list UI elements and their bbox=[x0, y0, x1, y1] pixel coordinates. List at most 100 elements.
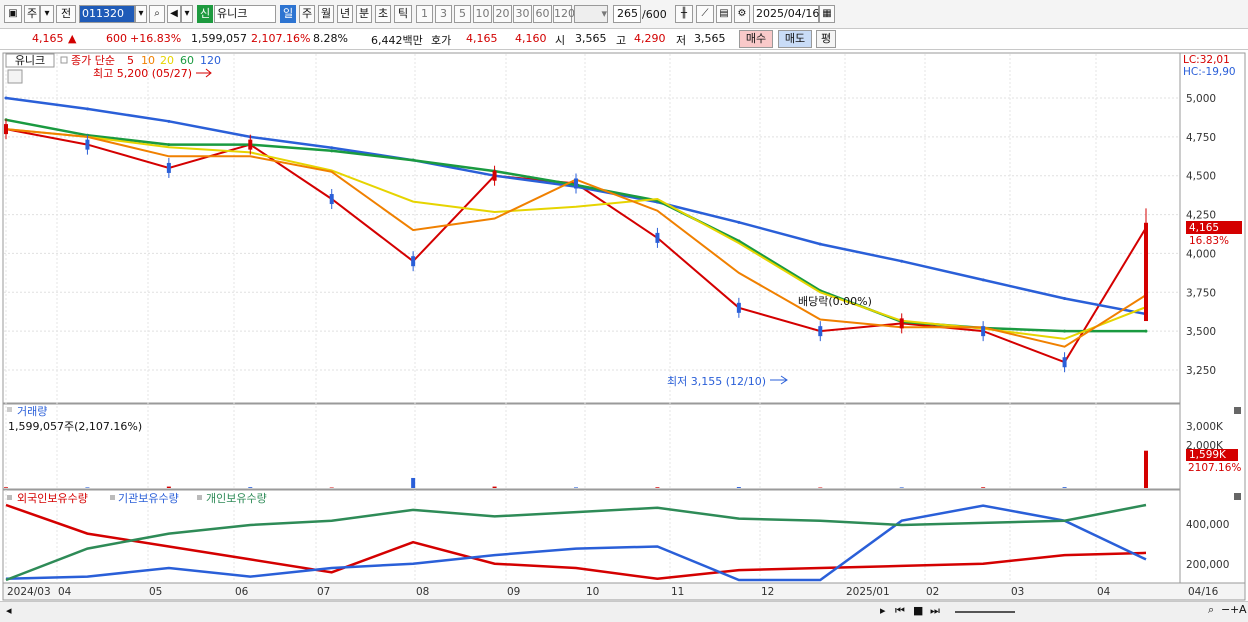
draw-line-icon[interactable]: ⟋ bbox=[696, 5, 714, 23]
chevron-down-icon[interactable]: ▾ bbox=[181, 5, 193, 23]
data-point bbox=[982, 278, 985, 281]
x-axis bbox=[3, 583, 1245, 600]
interval-5[interactable]: 5 bbox=[454, 5, 471, 23]
toolbar: ▣ 주 ▾ 전 011320 ▾ ⌕ ◀ ▾ 신 유니크 일 주 월 년 분 초… bbox=[0, 0, 1248, 29]
volume-tick-1: 3,000K bbox=[1186, 421, 1224, 433]
period-day[interactable]: 일 bbox=[280, 5, 296, 23]
volume-bar bbox=[655, 487, 659, 488]
data-point bbox=[1063, 297, 1066, 300]
price-tick: 3,500 bbox=[1186, 326, 1216, 338]
holding-tick-1: 400,000 bbox=[1186, 519, 1229, 531]
minus-icon[interactable]: − bbox=[1221, 603, 1230, 616]
interval-30[interactable]: 30 bbox=[513, 5, 532, 23]
interval-20[interactable]: 20 bbox=[493, 5, 512, 23]
low-annotation: 최저 3,155 (12/10) bbox=[667, 375, 766, 388]
buy-button[interactable]: 매수 bbox=[739, 30, 773, 48]
first-page-icon[interactable]: ⏮ bbox=[895, 604, 905, 618]
search-icon[interactable]: ⌕ bbox=[149, 5, 165, 23]
candle bbox=[655, 233, 659, 243]
zoom-icon[interactable]: ⌕ bbox=[1208, 603, 1214, 617]
scroll-bar[interactable]: ◂ ▸ ⏮ ■ ⏭ ⌕ − + A bbox=[0, 601, 1248, 622]
x-tick: 2025/01 bbox=[846, 586, 890, 598]
zoom-slider[interactable] bbox=[955, 611, 1015, 613]
interval-1[interactable]: 1 bbox=[416, 5, 433, 23]
candle bbox=[330, 194, 334, 204]
period-second[interactable]: 초 bbox=[375, 5, 391, 23]
display-count-input[interactable]: 265 bbox=[613, 5, 641, 23]
panel-close-icon[interactable] bbox=[1234, 407, 1241, 414]
x-tick: 06 bbox=[235, 586, 249, 598]
interval-60[interactable]: 60 bbox=[533, 5, 552, 23]
stock-code-input[interactable]: 011320 bbox=[79, 5, 135, 23]
bid-price: 4,160 bbox=[515, 32, 547, 45]
candle bbox=[900, 318, 904, 328]
eval-button[interactable]: 평 bbox=[816, 30, 836, 48]
open-label: 시 bbox=[555, 32, 565, 48]
gear-icon[interactable]: ⚙ bbox=[734, 5, 750, 23]
volume-bar bbox=[900, 487, 904, 488]
candle bbox=[411, 256, 415, 266]
period-week[interactable]: 주 bbox=[299, 5, 315, 23]
calendar-icon[interactable]: ▦ bbox=[819, 5, 835, 23]
data-point bbox=[737, 221, 740, 224]
x-tick: 08 bbox=[416, 586, 429, 598]
lc-value: LC:32,01 bbox=[1183, 54, 1230, 66]
period-year[interactable]: 년 bbox=[337, 5, 353, 23]
stock-name-field[interactable]: 유니크 bbox=[214, 5, 276, 23]
x-tick: 07 bbox=[317, 586, 330, 598]
x-tick: 11 bbox=[671, 586, 684, 598]
price-tick: 4,500 bbox=[1186, 171, 1216, 183]
data-point bbox=[86, 107, 89, 110]
x-axis-last: 04/16 bbox=[1188, 586, 1219, 598]
data-point bbox=[5, 97, 8, 100]
stock-chart[interactable]: 유니크 종가 단순 5 10 20 60 120 LC:32,01 HC:-19… bbox=[0, 50, 1248, 601]
foreign-holding-label: 외국인보유수량 bbox=[17, 492, 88, 505]
text-size-icon[interactable]: A bbox=[1239, 603, 1247, 616]
last-price: 4,165 bbox=[1189, 222, 1219, 234]
chevron-down-icon[interactable]: ▾ bbox=[135, 5, 147, 23]
candle bbox=[85, 140, 89, 150]
save-icon[interactable]: ▤ bbox=[716, 5, 732, 23]
x-tick: 09 bbox=[507, 586, 520, 598]
market-select-2[interactable]: 전 bbox=[56, 5, 76, 23]
interval-120[interactable]: 120 bbox=[553, 5, 572, 23]
volume-bar bbox=[493, 487, 497, 488]
candle-icon[interactable]: ╫ bbox=[675, 5, 693, 23]
data-point bbox=[167, 143, 170, 146]
scroll-left-icon[interactable]: ◂ bbox=[6, 604, 12, 617]
holding-legend-icon bbox=[7, 495, 12, 500]
data-point bbox=[900, 260, 903, 263]
candle bbox=[1063, 357, 1067, 367]
stop-icon[interactable]: ■ bbox=[913, 604, 923, 617]
candle bbox=[574, 178, 578, 188]
sell-button[interactable]: 매도 bbox=[778, 30, 812, 48]
date-input[interactable]: 2025/04/16 bbox=[753, 5, 819, 23]
panel-close-icon[interactable] bbox=[1234, 493, 1241, 500]
data-point bbox=[412, 159, 415, 162]
plus-icon[interactable]: + bbox=[1230, 603, 1239, 616]
period-minute[interactable]: 분 bbox=[356, 5, 372, 23]
x-tick: 02 bbox=[926, 586, 939, 598]
market-select-1[interactable]: 주 bbox=[24, 5, 40, 23]
period-month[interactable]: 월 bbox=[318, 5, 334, 23]
open-price: 3,565 bbox=[575, 32, 607, 45]
scroll-right-icon[interactable]: ▸ bbox=[880, 604, 886, 617]
last-page-icon[interactable]: ⏭ bbox=[930, 604, 940, 618]
layout-icon[interactable]: ▣ bbox=[4, 5, 22, 23]
price-change-pct: +16.83% bbox=[130, 32, 181, 45]
volume-bar bbox=[737, 487, 741, 488]
legend-square-icon bbox=[61, 57, 67, 63]
candle bbox=[818, 326, 822, 336]
interval-custom-select[interactable]: ▾ bbox=[574, 5, 608, 23]
price-tick: 3,250 bbox=[1186, 365, 1216, 377]
display-count-total: /600 bbox=[642, 8, 667, 21]
interval-10[interactable]: 10 bbox=[473, 5, 492, 23]
speaker-icon[interactable]: ◀ bbox=[167, 5, 181, 23]
chart-area[interactable]: 유니크 종가 단순 5 10 20 60 120 LC:32,01 HC:-19… bbox=[0, 50, 1248, 601]
high-price: 4,290 bbox=[634, 32, 666, 45]
interval-3[interactable]: 3 bbox=[435, 5, 452, 23]
calculator-icon[interactable] bbox=[8, 70, 22, 83]
chevron-down-icon[interactable]: ▾ bbox=[40, 5, 54, 23]
period-tick[interactable]: 틱 bbox=[394, 5, 412, 23]
hoga-label: 호가 bbox=[431, 32, 451, 48]
